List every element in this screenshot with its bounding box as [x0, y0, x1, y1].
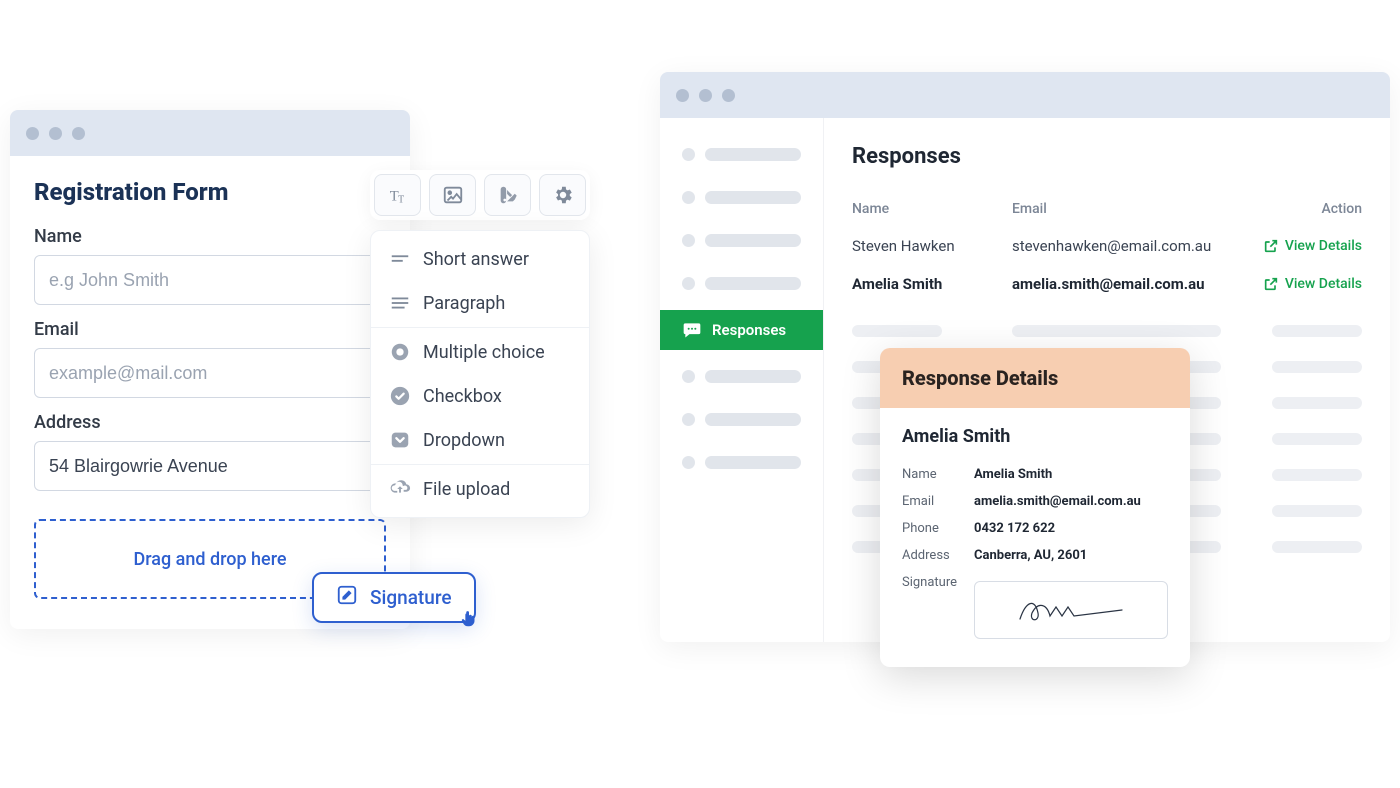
response-row: Steven Hawken stevenhawken@email.com.au … [852, 227, 1362, 265]
field-type-multiple-choice[interactable]: Multiple choice [371, 330, 589, 374]
field-type-paragraph[interactable]: Paragraph [371, 281, 589, 325]
col-name: Name [852, 201, 1002, 217]
view-details-link[interactable]: View Details [1263, 238, 1362, 254]
view-details-link[interactable]: View Details [1263, 276, 1362, 292]
col-email: Email [1012, 201, 1232, 217]
checkbox-icon [389, 385, 411, 407]
field-type-short-answer[interactable]: Short answer [371, 237, 589, 281]
response-row: Amelia Smith amelia.smith@email.com.au V… [852, 265, 1362, 303]
window-dot [49, 127, 62, 140]
row-email: stevenhawken@email.com.au [1012, 237, 1232, 255]
detail-value: amelia.smith@email.com.au [974, 494, 1168, 509]
sidebar: Responses [660, 118, 824, 642]
sidebar-item-placeholder[interactable] [660, 267, 823, 300]
row-email: amelia.smith@email.com.au [1012, 275, 1232, 293]
detail-row-name: Name Amelia Smith [902, 461, 1168, 488]
address-label: Address [34, 412, 386, 433]
sidebar-item-placeholder[interactable] [660, 138, 823, 171]
view-details-label: View Details [1285, 276, 1362, 292]
window-titlebar [10, 110, 410, 156]
detail-label: Phone [902, 521, 974, 536]
email-label: Email [34, 319, 386, 340]
name-label: Name [34, 226, 386, 247]
row-name: Steven Hawken [852, 237, 1002, 255]
swatch-icon[interactable] [484, 174, 531, 216]
chat-icon [682, 320, 702, 340]
detail-label: Signature [902, 575, 974, 639]
field-type-label: Dropdown [423, 430, 505, 451]
response-details-person: Amelia Smith [902, 426, 1168, 447]
field-type-label: Checkbox [423, 386, 502, 407]
row-name: Amelia Smith [852, 275, 1002, 293]
field-type-dropdown[interactable]: Dropdown [371, 418, 589, 462]
field-type-file-upload[interactable]: File upload [371, 467, 589, 511]
responses-header-row: Name Email Action [852, 191, 1362, 227]
view-details-label: View Details [1285, 238, 1362, 254]
sidebar-item-placeholder[interactable] [660, 224, 823, 257]
radio-icon [389, 341, 411, 363]
detail-value: Canberra, AU, 2601 [974, 548, 1168, 563]
window-dot [722, 89, 735, 102]
window-dot [699, 89, 712, 102]
detail-row-address: Address Canberra, AU, 2601 [902, 542, 1168, 569]
detail-row-email: Email amelia.smith@email.com.au [902, 488, 1168, 515]
signature-chip[interactable]: Signature [312, 572, 476, 623]
svg-text:T: T [398, 194, 404, 205]
registration-title: Registration Form [34, 178, 386, 206]
window-dot [26, 127, 39, 140]
divider [371, 464, 589, 465]
detail-row-phone: Phone 0432 172 622 [902, 515, 1168, 542]
field-toolbar: TT [370, 170, 590, 220]
col-action: Action [1321, 201, 1362, 217]
short-answer-icon [389, 248, 411, 270]
response-details-card: Response Details Amelia Smith Name Ameli… [880, 348, 1190, 667]
signature-chip-label: Signature [370, 586, 452, 609]
detail-label: Email [902, 494, 974, 509]
name-input[interactable] [34, 255, 386, 305]
field-type-list: Short answer Paragraph Multiple choice C… [370, 230, 590, 518]
detail-label: Name [902, 467, 974, 482]
responses-title: Responses [852, 144, 1362, 169]
dropdown-icon [389, 429, 411, 451]
divider [371, 327, 589, 328]
sidebar-item-label: Responses [712, 321, 786, 339]
field-type-label: Paragraph [423, 293, 505, 314]
sidebar-item-placeholder[interactable] [660, 446, 823, 479]
window-dot [72, 127, 85, 140]
external-link-icon [1263, 238, 1279, 254]
field-type-label: Short answer [423, 249, 529, 270]
sidebar-item-responses[interactable]: Responses [660, 310, 823, 350]
detail-row-signature: Signature [902, 569, 1168, 645]
gear-icon[interactable] [539, 174, 586, 216]
detail-label: Address [902, 548, 974, 563]
email-input[interactable] [34, 348, 386, 398]
address-input[interactable] [34, 441, 386, 491]
paragraph-icon [389, 292, 411, 314]
window-dot [676, 89, 689, 102]
detail-value: Amelia Smith [974, 467, 1168, 482]
drop-zone-label: Drag and drop here [133, 549, 286, 570]
field-type-label: Multiple choice [423, 342, 545, 363]
sidebar-item-placeholder[interactable] [660, 360, 823, 393]
field-type-checkbox[interactable]: Checkbox [371, 374, 589, 418]
field-type-label: File upload [423, 479, 510, 500]
response-details-heading: Response Details [880, 348, 1190, 408]
detail-value: 0432 172 622 [974, 521, 1168, 536]
registration-window: Registration Form Name Email Address Dra… [10, 110, 410, 629]
external-link-icon [1263, 276, 1279, 292]
grab-cursor-icon [458, 607, 480, 629]
image-icon[interactable] [429, 174, 476, 216]
window-titlebar [660, 72, 1390, 118]
signature-preview [974, 581, 1168, 639]
text-icon[interactable]: TT [374, 174, 421, 216]
sidebar-item-placeholder[interactable] [660, 403, 823, 436]
cloud-upload-icon [389, 478, 411, 500]
sidebar-item-placeholder[interactable] [660, 181, 823, 214]
field-type-panel: TT Short answer Paragraph Multiple choic… [370, 170, 590, 518]
signature-icon [336, 584, 358, 611]
